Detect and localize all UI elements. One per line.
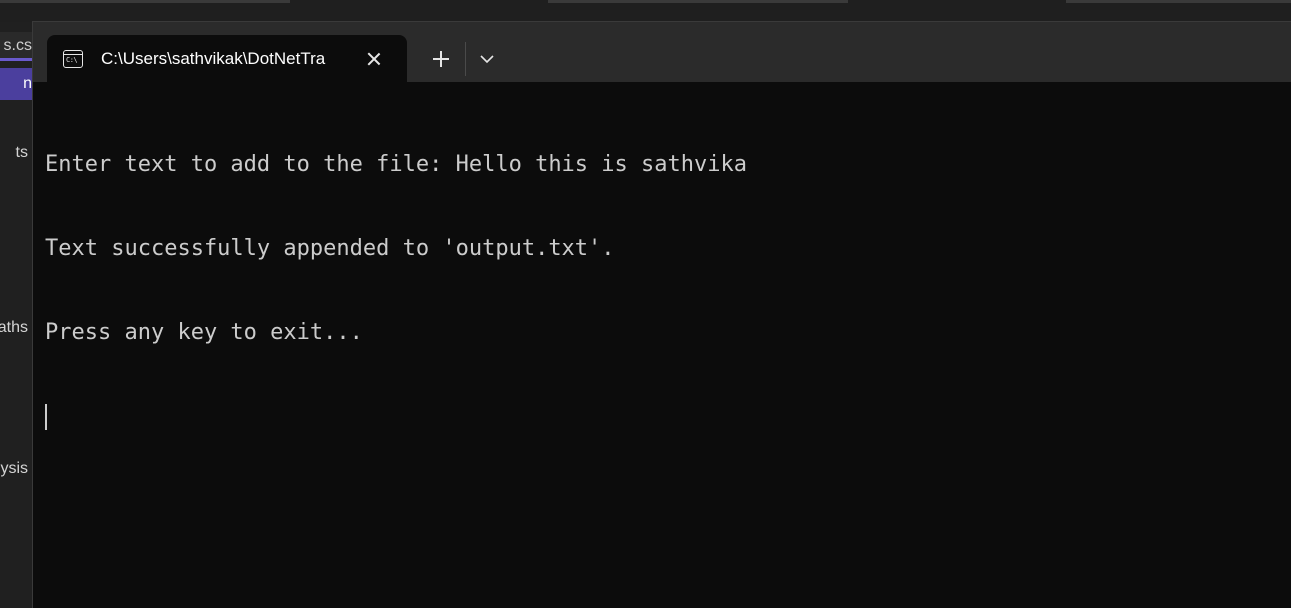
plus-icon[interactable]: [425, 44, 457, 74]
terminal-titlebar[interactable]: C:\ C:\Users\sathvikak\DotNetTra: [33, 22, 1291, 82]
background-top-strip: [0, 0, 1291, 22]
output-line: Text successfully appended to 'output.tx…: [45, 236, 615, 261]
background-selected-item-label: n: [23, 75, 32, 92]
terminal-tab[interactable]: C:\ C:\Users\sathvikak\DotNetTra: [47, 35, 407, 82]
output-line: Enter text to add to the file: Hello thi…: [45, 152, 747, 177]
background-tab-segment: [1066, 0, 1291, 3]
background-tab-segment: [548, 0, 848, 3]
console-icon: C:\: [63, 49, 83, 68]
background-editor-tab[interactable]: s.cs: [0, 32, 32, 60]
background-tab-segment: [0, 0, 290, 3]
terminal-output[interactable]: Enter text to add to the file: Hello thi…: [45, 95, 1291, 487]
background-editor-tab-label: s.cs: [3, 37, 32, 54]
titlebar-divider: [465, 42, 466, 76]
close-icon[interactable]: [366, 51, 382, 67]
background-selected-item[interactable]: n: [0, 68, 32, 100]
console-icon-glyph: C:\: [66, 55, 78, 64]
background-item[interactable]: ts: [16, 144, 28, 162]
chevron-down-icon[interactable]: [473, 44, 501, 74]
background-ide-panel: s.cs n ts Paths ysis: [0, 22, 32, 608]
text-cursor: [45, 404, 47, 430]
terminal-tab-title: C:\Users\sathvikak\DotNetTra: [101, 48, 326, 68]
output-line: Press any key to exit...: [45, 320, 363, 345]
background-item[interactable]: ysis: [0, 460, 28, 478]
background-item[interactable]: Paths: [0, 319, 28, 337]
terminal-window: C:\ C:\Users\sathvikak\DotNetTra Enter t…: [32, 21, 1291, 608]
input-line[interactable]: [45, 403, 1291, 431]
background-tab-underline: [0, 58, 32, 61]
